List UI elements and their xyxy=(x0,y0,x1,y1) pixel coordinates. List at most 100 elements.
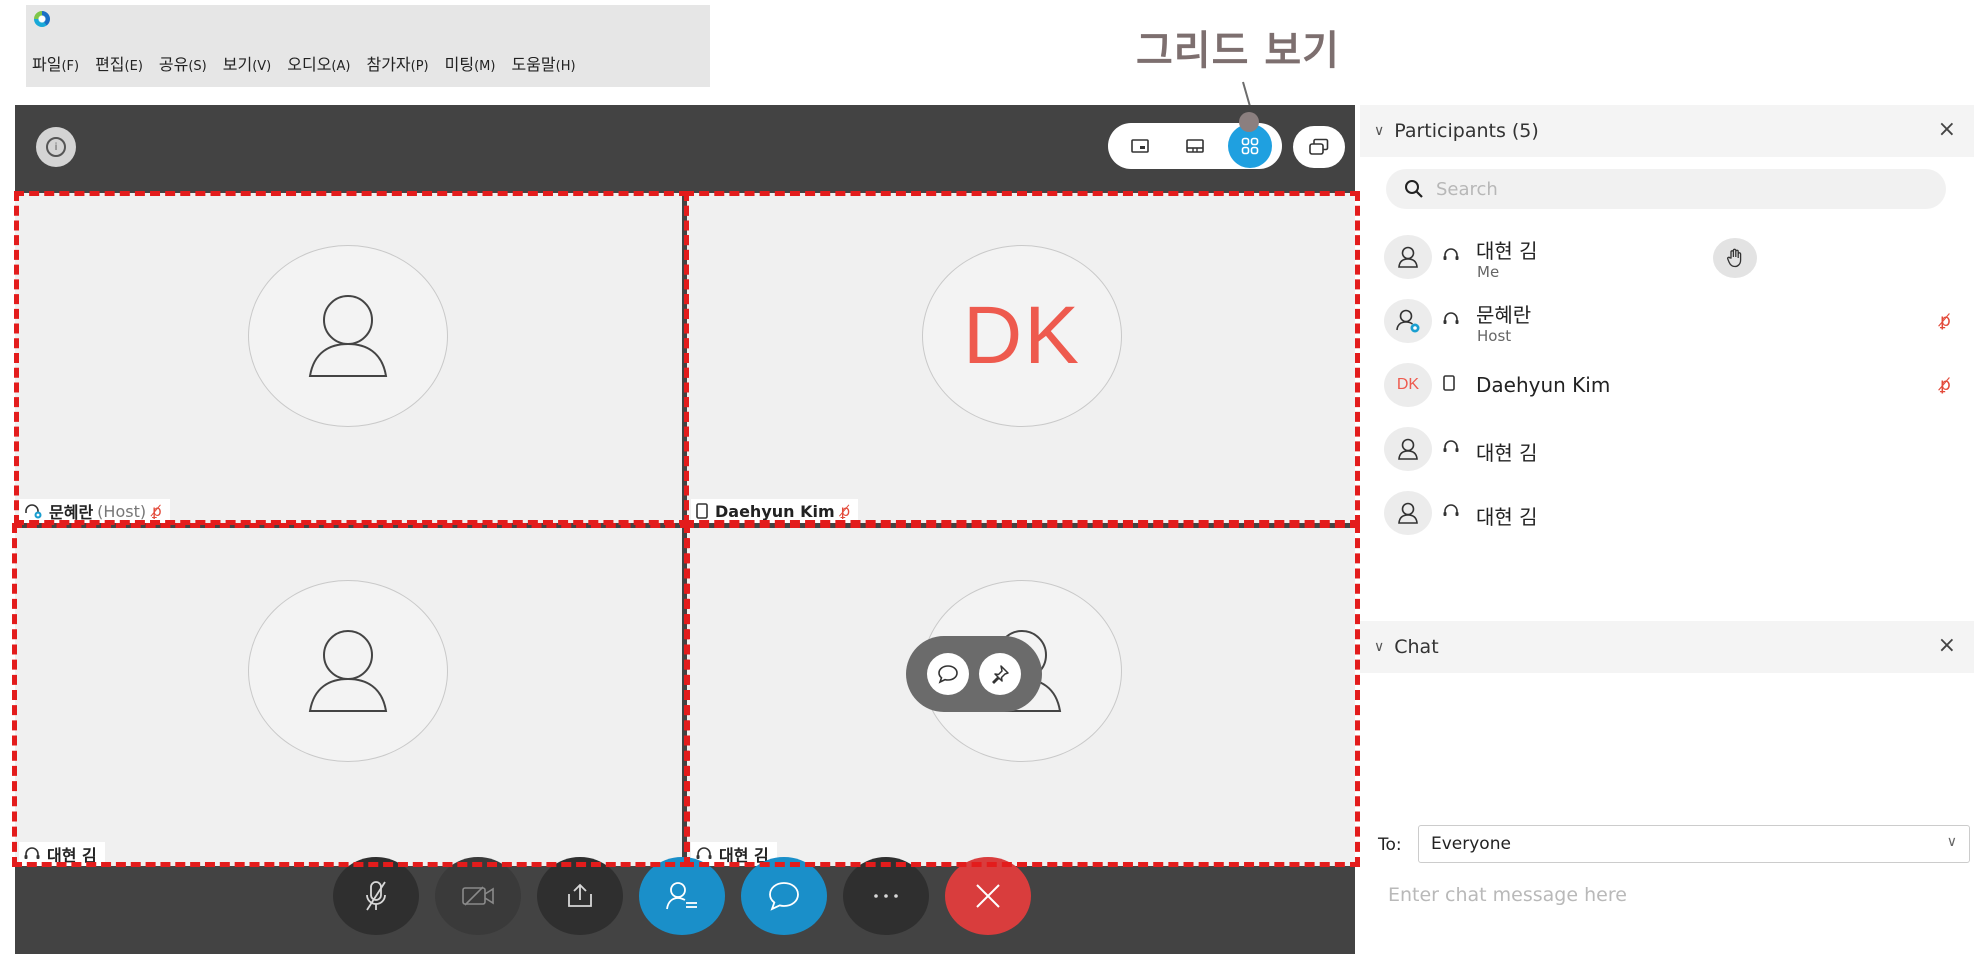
participant-name: 문혜란 xyxy=(1476,303,1532,327)
avatar-initials: DK xyxy=(963,290,1081,381)
menu-edit[interactable]: 편집(E) xyxy=(95,51,143,75)
menu-participants-label: 참가자 xyxy=(366,55,411,74)
share-upload-icon xyxy=(568,883,592,907)
tile-participant-role: (Host) xyxy=(97,501,147,521)
participant-row[interactable]: 문혜란 Host ꝑ̸ xyxy=(1360,289,1974,353)
stage-layout-icon xyxy=(1186,139,1204,153)
participant-name: 대현 김 xyxy=(1476,505,1538,529)
close-icon[interactable]: × xyxy=(1938,633,1956,658)
mic-muted-icon: ꝑ̸ xyxy=(152,502,162,520)
info-icon: i xyxy=(46,137,66,157)
share-button[interactable] xyxy=(537,857,623,935)
chat-recipient-select[interactable]: Everyone ∨ xyxy=(1418,825,1970,863)
video-tile-daehyun-1[interactable]: 대현 김 xyxy=(15,528,682,866)
menu-participants-accel: (P) xyxy=(410,59,429,74)
menu-meeting-label: 미팅 xyxy=(444,55,475,74)
mute-button[interactable] xyxy=(333,857,419,935)
video-off-icon xyxy=(462,886,494,906)
side-panel: ∨ Participants (5) × 대현 김 Me 문혜란 Hos xyxy=(1360,105,1974,954)
pin-icon xyxy=(992,665,1009,684)
chat-button[interactable] xyxy=(741,857,827,935)
leave-meeting-button[interactable] xyxy=(945,857,1031,935)
mic-muted-icon[interactable]: ꝑ̸ xyxy=(1940,311,1951,331)
avatar xyxy=(1384,235,1432,279)
meeting-controls xyxy=(15,853,1355,953)
menu-share[interactable]: 공유(S) xyxy=(159,51,207,75)
meeting-info-button[interactable]: i xyxy=(36,127,76,167)
user-icon xyxy=(308,295,388,377)
participant-row[interactable]: 대현 김 xyxy=(1360,481,1974,545)
mic-off-icon xyxy=(366,881,386,911)
menu-view-label: 보기 xyxy=(222,55,253,74)
chat-bubble-icon xyxy=(938,665,958,684)
raised-hand-icon xyxy=(1727,248,1742,268)
menu-audio[interactable]: 오디오(A) xyxy=(287,51,350,75)
participants-panel-header[interactable]: ∨ Participants (5) × xyxy=(1360,105,1974,157)
participant-row[interactable]: 대현 김 xyxy=(1360,417,1974,481)
participant-subtitle: Me xyxy=(1477,263,1500,281)
tile-pin-button[interactable] xyxy=(979,653,1021,695)
headset-icon xyxy=(1443,504,1459,516)
participants-list-icon xyxy=(666,882,697,910)
menu-participants[interactable]: 참가자(P) xyxy=(366,51,428,75)
mic-muted-icon[interactable]: ꝑ̸ xyxy=(1940,375,1951,395)
menu-share-accel: (S) xyxy=(188,59,207,74)
more-options-button[interactable] xyxy=(843,857,929,935)
avatar: DK xyxy=(1384,363,1432,407)
chevron-down-icon: ∨ xyxy=(1374,123,1385,139)
participants-button[interactable] xyxy=(639,857,725,935)
menu-view-accel: (V) xyxy=(252,59,272,74)
chevron-down-icon: ∨ xyxy=(1374,639,1385,655)
user-icon xyxy=(1398,438,1418,460)
chat-recipient-row: To: Everyone ∨ xyxy=(1360,823,1974,867)
floating-layout-icon xyxy=(1130,139,1149,153)
host-user-icon xyxy=(1396,309,1420,333)
video-tile-host[interactable]: 문혜란 (Host) ꝑ̸ xyxy=(15,193,682,523)
menu-edit-accel: (E) xyxy=(124,59,143,74)
chat-panel-title: Chat xyxy=(1394,636,1439,658)
raise-hand-button[interactable] xyxy=(1713,238,1757,278)
headset-icon xyxy=(1443,440,1459,452)
stage-layout-button[interactable] xyxy=(1173,124,1217,168)
more-dots-icon xyxy=(874,894,898,898)
tile-name-label: Daehyun Kim ꝑ̸ xyxy=(691,499,859,523)
search-input[interactable] xyxy=(1434,177,1918,201)
floating-layout-button[interactable] xyxy=(1118,124,1162,168)
grid-layout-icon xyxy=(1242,137,1259,155)
participant-name: 대현 김 xyxy=(1476,441,1538,465)
avatar xyxy=(1384,491,1432,535)
meeting-stage: i 문혜란 (Host) ꝑ̸ DK Daehyun Kim ꝑ̸ 대현 김 대… xyxy=(15,105,1355,954)
participant-row[interactable]: 대현 김 Me xyxy=(1360,225,1974,289)
phone-icon xyxy=(1443,375,1455,391)
chat-recipient-value: Everyone xyxy=(1431,834,1511,854)
headset-icon xyxy=(25,504,42,519)
menu-file[interactable]: 파일(F) xyxy=(32,51,79,75)
chat-panel-header[interactable]: ∨ Chat × xyxy=(1360,621,1974,673)
app-logo-icon xyxy=(34,11,50,27)
menu-meeting[interactable]: 미팅(M) xyxy=(445,51,496,75)
participant-row[interactable]: DK Daehyun Kim ꝑ̸ xyxy=(1360,353,1974,417)
video-button[interactable] xyxy=(435,857,521,935)
menu-audio-accel: (A) xyxy=(331,59,351,74)
menu-meeting-accel: (M) xyxy=(474,59,496,74)
tile-chat-button[interactable] xyxy=(927,653,969,695)
user-icon xyxy=(1398,502,1418,524)
avatar xyxy=(248,245,448,427)
chat-to-label: To: xyxy=(1378,835,1402,855)
close-icon[interactable]: × xyxy=(1938,117,1956,142)
video-tile-daehyun-kim[interactable]: DK Daehyun Kim ꝑ̸ xyxy=(687,193,1355,523)
chat-message-input[interactable] xyxy=(1386,883,1950,907)
menu-help-label: 도움말 xyxy=(511,55,556,74)
menu-help[interactable]: 도움말(H) xyxy=(511,51,575,75)
avatar: DK xyxy=(922,245,1122,427)
user-icon xyxy=(308,630,388,712)
participants-panel-title: Participants (5) xyxy=(1394,120,1539,142)
popout-windows-button[interactable] xyxy=(1293,126,1345,168)
app-menubar: 파일(F) 편집(E) 공유(S) 보기(V) 오디오(A) 참가자(P) 미팅… xyxy=(26,5,710,87)
chevron-down-icon: ∨ xyxy=(1946,834,1957,850)
tile-name-label: 문혜란 (Host) ꝑ̸ xyxy=(19,499,170,523)
user-icon xyxy=(1398,246,1418,268)
menu-view[interactable]: 보기(V) xyxy=(223,51,272,75)
participant-name: Daehyun Kim xyxy=(1476,373,1611,397)
video-tile-daehyun-2[interactable]: 대현 김 xyxy=(687,528,1355,866)
